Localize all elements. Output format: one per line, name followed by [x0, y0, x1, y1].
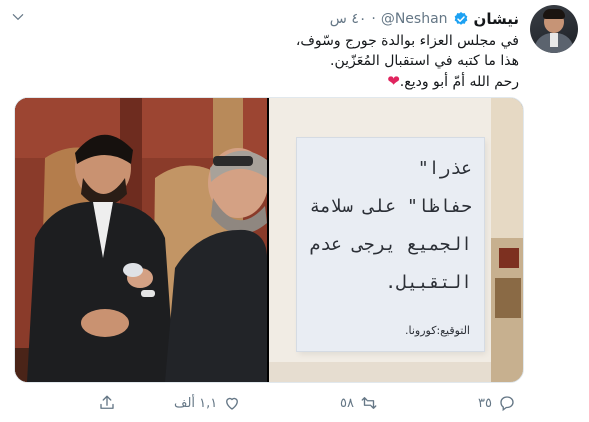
separator-dot: · — [371, 11, 376, 27]
tweet-text: في مجلس العزاء بوالدة جورج وسّوف، هذا ما… — [19, 31, 519, 92]
heart-emoji-icon: ❤ — [387, 72, 400, 90]
reply-icon — [500, 396, 514, 412]
tweet-actions: ٣٥ ٥٨ ١,١ ألف — [0, 388, 589, 418]
like-button[interactable]: ١,١ ألف — [174, 394, 241, 412]
tweet-media[interactable]: عذرا" حفاظا" على سلامة الجميع يرجى عدم ا… — [14, 97, 524, 383]
tweet-text-line: في مجلس العزاء بوالدة جورج وسّوف، — [295, 33, 519, 49]
notice-line: الجميع يرجى عدم — [309, 234, 472, 255]
verified-badge-icon — [454, 12, 467, 25]
tweet: نيشان @Neshan · ٤٠ س في مجلس العزاء بوال… — [0, 0, 589, 422]
retweet-count: ٥٨ — [340, 395, 354, 411]
reply-button[interactable]: ٣٥ — [478, 394, 516, 412]
share-icon — [100, 395, 114, 409]
display-name[interactable]: نيشان — [474, 10, 519, 28]
retweet-button[interactable]: ٥٨ — [340, 394, 378, 412]
avatar[interactable] — [530, 5, 578, 53]
notice-line: التقبيل. — [385, 272, 472, 293]
tweet-text-line: هذا ما كتبه في استقبال المُعَزّين. — [330, 53, 519, 69]
like-count: ١,١ ألف — [174, 395, 218, 411]
user-handle[interactable]: @Neshan — [381, 11, 448, 27]
notice-paper: عذرا" حفاظا" على سلامة الجميع يرجى عدم ا… — [297, 138, 484, 351]
notice-signature: التوقيع:كورونا. — [404, 324, 470, 337]
photo-condolence-men[interactable] — [15, 98, 267, 382]
reply-count: ٣٥ — [478, 395, 492, 411]
tweet-header: نيشان @Neshan · ٤٠ س — [330, 9, 519, 29]
share-button[interactable] — [98, 394, 116, 412]
retweet-icon — [361, 397, 377, 409]
notice-line: حفاظا" على سلامة — [309, 196, 472, 217]
chevron-down-icon[interactable] — [11, 10, 25, 24]
photo-notice[interactable]: عذرا" حفاظا" على سلامة الجميع يرجى عدم ا… — [269, 98, 523, 382]
tweet-timestamp[interactable]: ٤٠ س — [330, 11, 367, 27]
notice-line: عذرا" — [417, 158, 472, 179]
heart-icon — [226, 397, 239, 410]
tweet-text-line: رحم الله أمّ أبو وديع.❤ — [387, 72, 519, 90]
